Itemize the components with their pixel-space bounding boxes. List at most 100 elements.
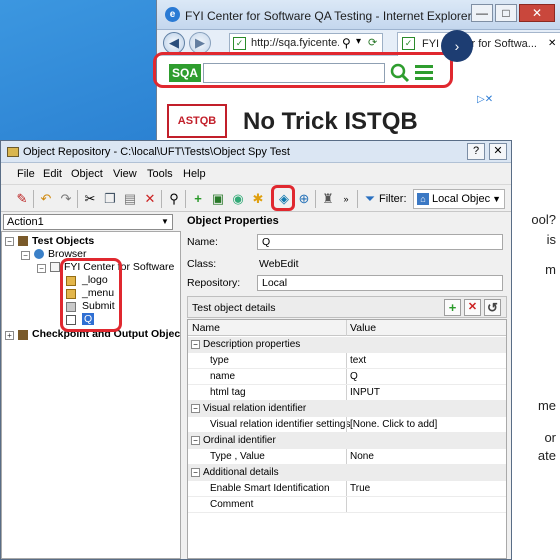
undo-icon[interactable]: ↶ xyxy=(37,190,55,208)
property-value[interactable]: INPUT xyxy=(350,387,380,398)
address-bar[interactable]: ✓ http://sqa.fyicente... ⚲ ▾ ⟳ xyxy=(229,33,383,53)
property-name: Enable Smart Identification xyxy=(210,483,330,494)
collapse-icon[interactable]: − xyxy=(5,237,14,246)
tab-close-icon[interactable]: ✕ xyxy=(548,38,556,49)
forward-button[interactable]: ▶ xyxy=(189,32,211,54)
chevron-down-icon[interactable]: ▼ xyxy=(158,215,172,229)
grid-property-row[interactable]: Enable Smart Identification True xyxy=(188,481,506,497)
collapse-icon[interactable]: − xyxy=(37,264,46,273)
add-object-icon[interactable]: + xyxy=(189,190,207,208)
grid-category-row[interactable]: − Description properties xyxy=(188,337,506,353)
address-search-icon[interactable]: ⚲ xyxy=(342,36,351,50)
menu-edit[interactable]: Edit xyxy=(43,168,62,180)
property-value[interactable]: Q xyxy=(350,371,358,382)
more-icon[interactable]: » xyxy=(341,190,351,208)
redo-icon[interactable]: ↷ xyxy=(57,190,75,208)
close-button[interactable]: ✕ xyxy=(519,4,555,22)
filter-dropdown[interactable]: ⌂ Local Objec ▼ xyxy=(413,189,505,209)
ad-choices-icon[interactable]: ▷✕ xyxy=(477,94,493,105)
add-property-button[interactable]: + xyxy=(444,299,461,316)
grid-property-row[interactable]: Comment xyxy=(188,497,506,513)
delete-icon[interactable]: ✕ xyxy=(141,190,159,208)
maximize-button[interactable]: □ xyxy=(495,4,517,22)
checkpoint-icon xyxy=(18,330,28,340)
menu-help[interactable]: Help xyxy=(183,168,206,180)
minimize-button[interactable]: — xyxy=(471,4,493,22)
or-window-title: Object Repository - C:\local\UFT\Tests\O… xyxy=(23,146,290,158)
expand-icon[interactable]: + xyxy=(5,331,14,340)
grid-property-row[interactable]: Visual relation identifier settings [None… xyxy=(188,417,506,433)
property-value[interactable]: True xyxy=(350,483,370,494)
cut-icon[interactable]: ✂ xyxy=(81,190,99,208)
toolbar-separator xyxy=(315,190,316,208)
ad-headline[interactable]: No Trick ISTQB xyxy=(243,108,418,136)
menu-object[interactable]: Object xyxy=(71,168,103,180)
category-label: Visual relation identifier xyxy=(203,403,307,414)
remove-property-button[interactable]: ✕ xyxy=(464,299,481,316)
filter-label: Filter: xyxy=(379,193,407,205)
grid-category-row[interactable]: − Visual relation identifier xyxy=(188,401,506,417)
tab-favicon-icon: ✓ xyxy=(402,37,415,50)
grid-category-row[interactable]: − Additional details xyxy=(188,465,506,481)
close-button[interactable]: ✕ xyxy=(489,143,507,160)
property-name: html tag xyxy=(210,387,246,398)
column-header-name[interactable]: Name xyxy=(192,322,220,334)
property-value[interactable]: None xyxy=(350,451,374,462)
object-repository-window: Object Repository - C:\local\UFT\Tests\O… xyxy=(0,140,512,560)
property-value[interactable]: text xyxy=(350,355,366,366)
chevron-down-icon[interactable]: ▼ xyxy=(492,194,501,204)
refresh-icon[interactable]: ⟳ xyxy=(368,36,377,49)
browser-icon xyxy=(34,249,44,259)
grid-property-row[interactable]: name Q xyxy=(188,369,506,385)
show-in-app-icon[interactable]: ⊕ xyxy=(295,190,313,208)
find-icon[interactable]: ✎ xyxy=(13,190,31,208)
page-text-fragment: ool? xyxy=(531,212,556,227)
column-divider xyxy=(346,481,347,497)
action-selector[interactable]: Action1 ▼ xyxy=(3,214,173,230)
column-header-value[interactable]: Value xyxy=(350,322,376,334)
collapse-icon[interactable]: − xyxy=(191,404,200,413)
menu-bar: File Edit Object View Tools Help xyxy=(1,164,511,184)
grid-header: Name Value xyxy=(188,320,506,336)
name-field[interactable]: Q xyxy=(257,234,503,250)
grid-category-row[interactable]: − Ordinal identifier xyxy=(188,433,506,449)
paste-icon[interactable]: ▤ xyxy=(121,190,139,208)
tree-node-test-objects[interactable]: Test Objects xyxy=(32,235,94,247)
collapse-icon[interactable]: − xyxy=(191,436,200,445)
back-button[interactable]: ◀ xyxy=(163,32,185,54)
test-object-details-bar: Test object details + ✕ ↺ xyxy=(187,296,507,318)
collapse-icon[interactable]: − xyxy=(191,468,200,477)
address-dropdown-icon[interactable]: ▾ xyxy=(356,36,361,47)
search-icon[interactable]: ⚲ xyxy=(165,190,183,208)
local-objects-icon: ⌂ xyxy=(417,193,429,205)
grid-property-row[interactable]: type text xyxy=(188,353,506,369)
column-divider xyxy=(346,449,347,465)
menu-file[interactable]: File xyxy=(17,168,35,180)
toolbar-separator xyxy=(77,190,78,208)
category-label: Additional details xyxy=(203,467,279,478)
property-value[interactable]: [None. Click to add] xyxy=(350,419,437,430)
ad-banner[interactable]: ASTQB No Trick ISTQB ▷✕ xyxy=(157,92,560,142)
menu-tools[interactable]: Tools xyxy=(147,168,173,180)
grid-property-row[interactable]: html tag INPUT xyxy=(188,385,506,401)
ad-arrow-button[interactable]: › xyxy=(441,30,473,62)
object-spy-icon[interactable]: ◉ xyxy=(229,190,247,208)
copy-icon[interactable]: ❐ xyxy=(101,190,119,208)
grid-property-row[interactable]: Type , Value None xyxy=(188,449,506,465)
repository-icon xyxy=(7,147,19,157)
object-icon[interactable]: ♜ xyxy=(319,190,337,208)
collapse-icon[interactable]: − xyxy=(191,340,200,349)
spy-button-highlight xyxy=(271,185,295,211)
column-divider xyxy=(346,497,347,513)
collapse-icon[interactable]: − xyxy=(21,251,30,260)
menu-view[interactable]: View xyxy=(113,168,137,180)
page-text-fragment: ate xyxy=(537,448,556,463)
ie-window-title: FYI Center for Software QA Testing - Int… xyxy=(185,9,472,23)
highlight-icon[interactable]: ✱ xyxy=(249,190,267,208)
class-label: Class: xyxy=(187,258,217,270)
address-text[interactable]: http://sqa.fyicente... xyxy=(251,37,339,49)
add-insight-icon[interactable]: ▣ xyxy=(209,190,227,208)
refresh-button[interactable]: ↺ xyxy=(484,299,501,316)
help-button[interactable]: ? xyxy=(467,143,485,160)
property-name: type xyxy=(210,355,229,366)
